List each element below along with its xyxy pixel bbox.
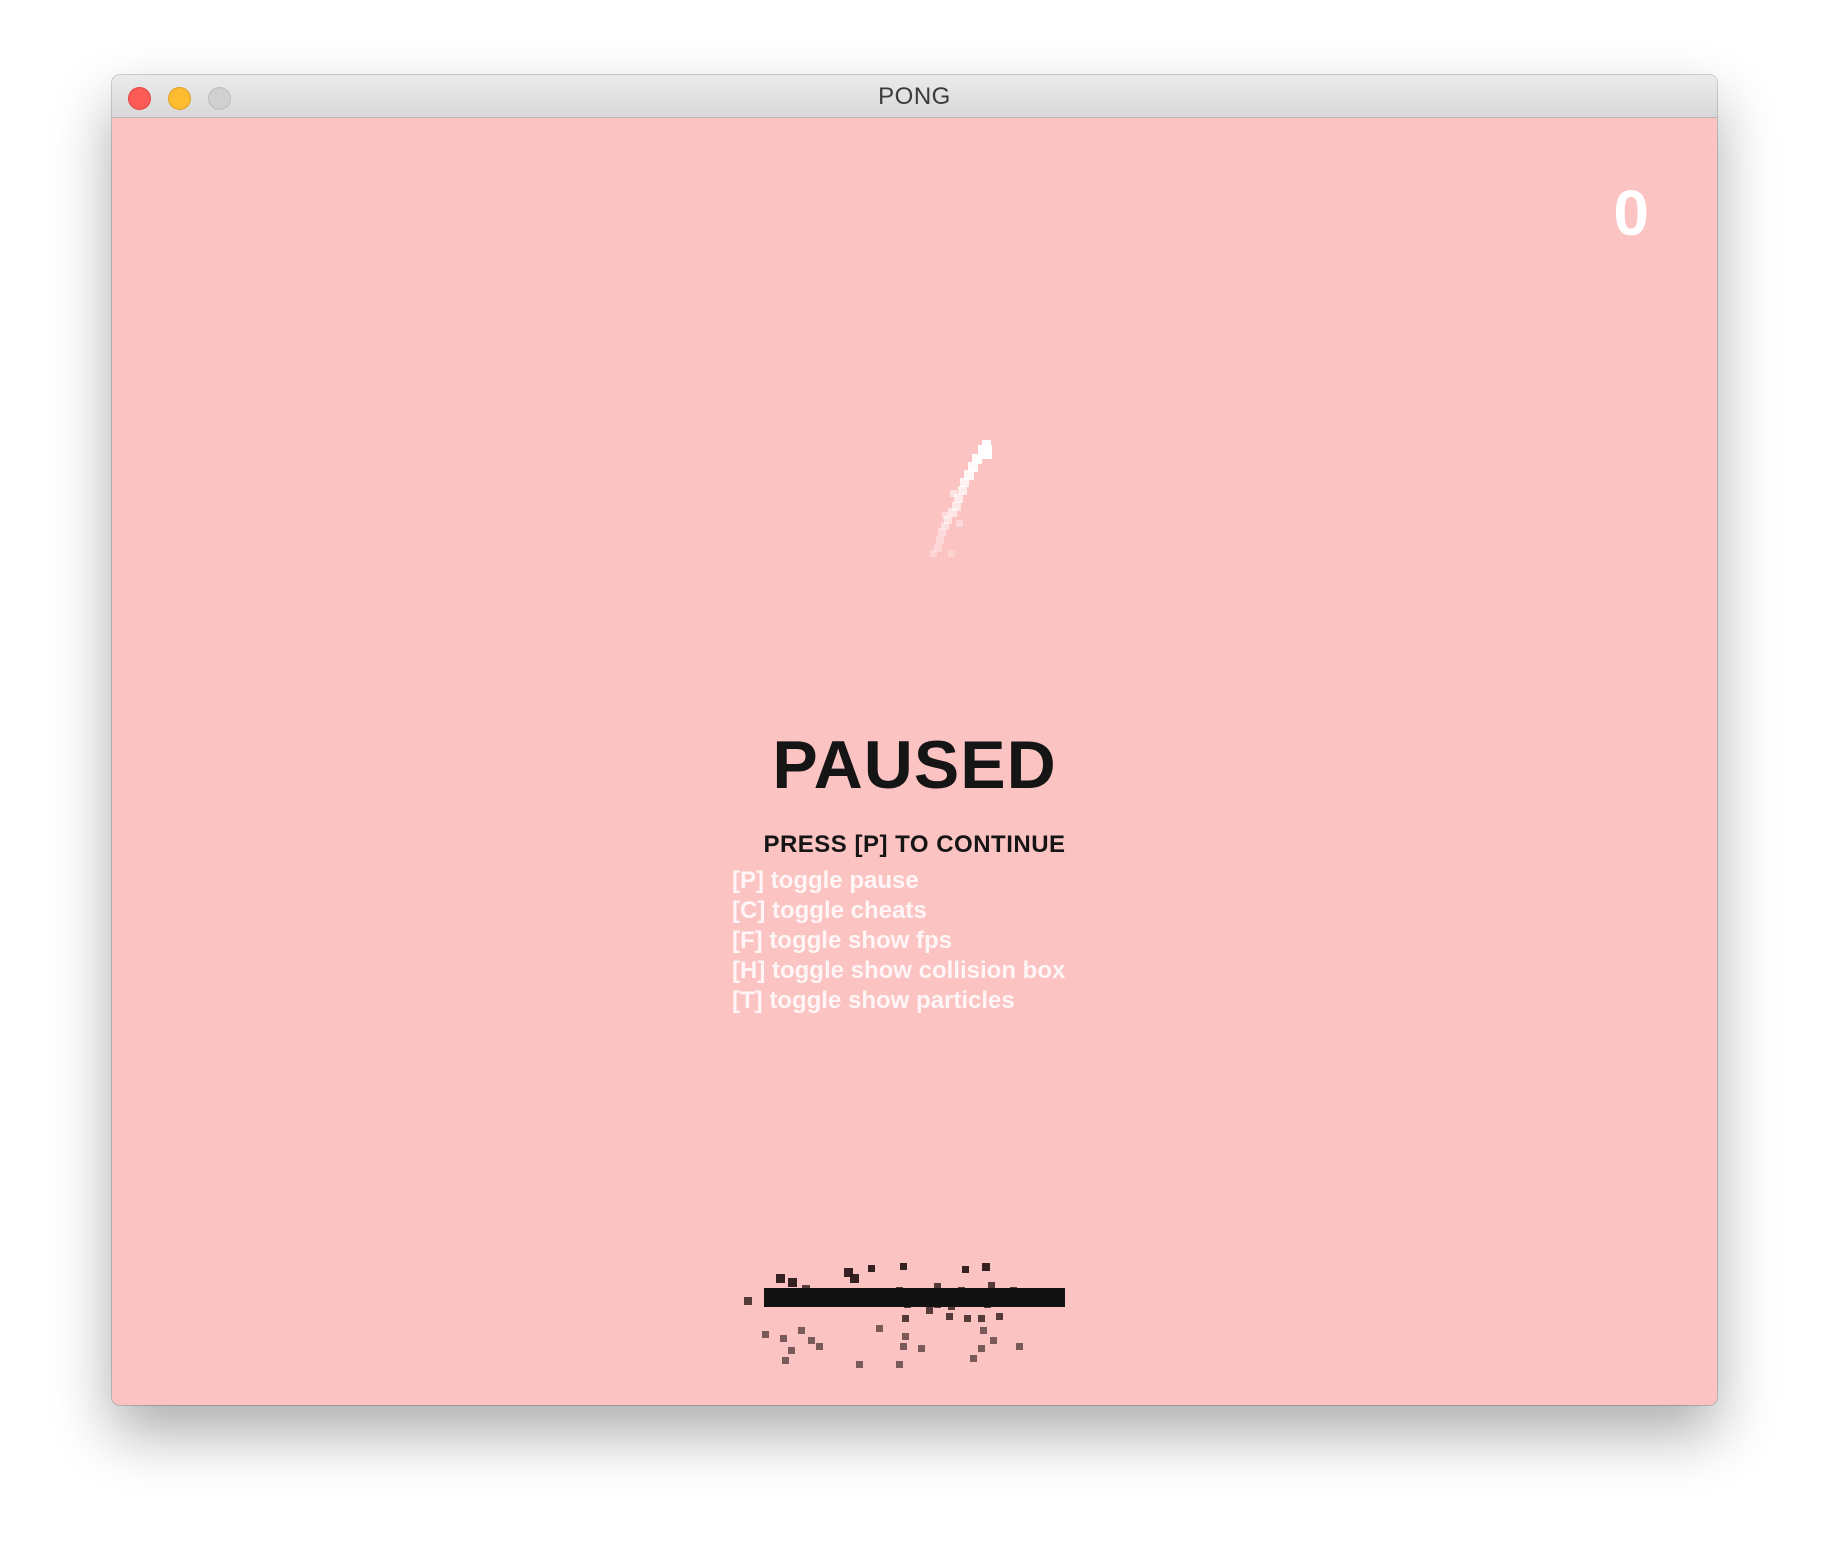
ball-trail-particle <box>942 512 949 519</box>
paddle-debris-particle <box>962 1266 969 1273</box>
paused-title: PAUSED <box>772 727 1057 803</box>
paddle-debris-particle <box>918 1345 925 1352</box>
paddle-debris-particle <box>780 1335 787 1342</box>
paddle-debris-particle <box>996 1313 1003 1320</box>
help-line-cheats: [C] toggle cheats <box>732 897 927 924</box>
score-display: 0 <box>1613 177 1649 249</box>
paddle-debris-particle <box>978 1345 985 1352</box>
paddle-debris-particle <box>788 1347 795 1354</box>
paddle-debris-particle <box>900 1263 907 1270</box>
paddle-debris-particle <box>876 1325 883 1332</box>
paddle-debris-particle <box>964 1315 971 1322</box>
paddle-debris-particle <box>900 1343 907 1350</box>
window-title: PONG <box>878 83 951 110</box>
help-line-collision-box: [H] toggle show collision box <box>732 957 1066 984</box>
help-line-fps: [F] toggle show fps <box>732 927 952 954</box>
paddle-debris-particle <box>1016 1343 1023 1350</box>
paddle-debris-particle <box>782 1357 789 1364</box>
paddle-debris-particle <box>982 1263 990 1271</box>
ball-trail-particle <box>982 440 991 449</box>
ball-trail-particle <box>950 490 957 497</box>
paddle-debris-particle <box>926 1307 933 1314</box>
paddle-debris-particle <box>896 1361 903 1368</box>
paddle-debris-particle <box>744 1297 752 1305</box>
paddle-debris-particle <box>850 1274 859 1283</box>
continue-prompt: PRESS [P] TO CONTINUE <box>763 831 1066 858</box>
title-bar[interactable]: PONG <box>112 75 1717 118</box>
ball-trail-particle <box>948 508 957 517</box>
paddle-debris-particle <box>946 1313 953 1320</box>
paddle-debris-particle <box>788 1278 797 1287</box>
paddle-debris-particle <box>980 1327 987 1334</box>
paddle-debris-particle <box>798 1327 805 1334</box>
help-line-particles: [T] toggle show particles <box>732 987 1015 1014</box>
paddle-debris-particle <box>816 1343 823 1350</box>
paddle-debris-particle <box>868 1265 875 1272</box>
paddle-debris-particle <box>856 1361 863 1368</box>
paddle-debris-particle <box>776 1274 785 1283</box>
ball-trail-particle <box>958 486 967 495</box>
ball-trail-particle <box>938 528 946 536</box>
paddle-debris-particle <box>978 1315 985 1322</box>
paddle-debris-particle <box>970 1355 977 1362</box>
paddle-debris-particle <box>902 1315 909 1322</box>
ball-trail-particle <box>948 550 955 557</box>
game-window: PONG 0 PAUSED PRESS [P] TO CONTINUE [P] … <box>112 75 1717 1405</box>
paddle-debris-particle <box>808 1337 815 1344</box>
ball-trail-particle <box>930 550 937 557</box>
player-paddle <box>764 1288 1065 1307</box>
ball-trail-particle <box>956 520 963 527</box>
help-line-pause: [P] toggle pause <box>732 867 919 894</box>
paddle-debris-particle <box>762 1331 769 1338</box>
game-canvas[interactable]: 0 PAUSED PRESS [P] TO CONTINUE [P] toggl… <box>112 118 1717 1405</box>
paddle-debris-particle <box>902 1333 909 1340</box>
ball-trail-particle <box>936 536 944 544</box>
controls-help-list: [P] toggle pause [C] toggle cheats [F] t… <box>732 866 1065 1016</box>
paddle-debris-particle <box>990 1337 997 1344</box>
ball-trail-particle <box>960 478 969 487</box>
